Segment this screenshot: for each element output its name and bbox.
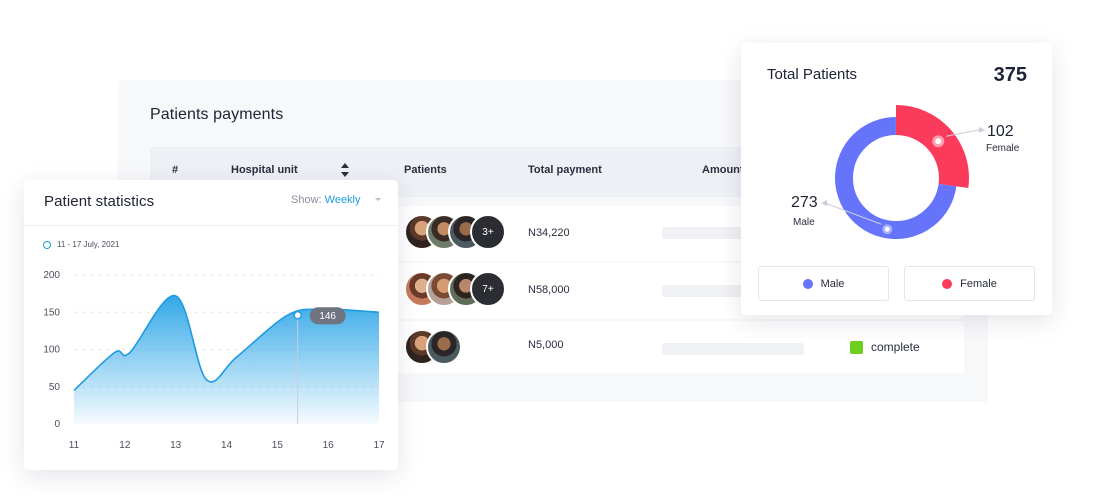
x-tick-label: 13: [170, 440, 182, 451]
x-tick-label: 14: [221, 440, 233, 451]
female-callout-arrow: [979, 127, 985, 133]
y-tick-label: 100: [43, 345, 60, 356]
female-label: Female: [986, 143, 1020, 154]
total-payment-value: N58,000: [528, 284, 570, 296]
y-tick-label: 150: [43, 307, 60, 318]
male-count: 273: [791, 194, 818, 211]
patient-avatars: 3+: [404, 214, 506, 250]
y-tick-label: 0: [54, 419, 60, 430]
y-tick-label: 200: [43, 270, 60, 281]
total-payment-value: N34,220: [528, 227, 570, 239]
legend-male-button[interactable]: Male: [758, 266, 889, 301]
female-slice: [895, 105, 969, 189]
col-patients: Patients: [404, 164, 447, 176]
male-dot-icon: [802, 278, 813, 289]
male-marker: [884, 226, 890, 232]
status-badge: complete: [850, 340, 920, 354]
status-dot: [850, 340, 863, 354]
x-tick-label: 15: [272, 440, 284, 451]
col-index: #: [172, 164, 179, 176]
status-label: complete: [871, 340, 920, 354]
female-marker: [935, 138, 942, 145]
legend-female-label: Female: [960, 277, 997, 290]
amount-bar: [662, 343, 804, 355]
x-tick-label: 11: [69, 440, 80, 451]
col-amount: Amount: [702, 164, 744, 176]
patient-avatars: [404, 329, 462, 365]
female-dot-icon: [942, 278, 953, 289]
x-tick-label: 16: [323, 440, 335, 451]
male-label: Male: [793, 217, 815, 228]
male-callout-arrow: [821, 200, 827, 206]
female-count: 102: [987, 123, 1014, 140]
sort-icon[interactable]: [340, 162, 350, 178]
highlight-point: [293, 311, 302, 320]
avatar: [426, 329, 462, 365]
legend-female-button[interactable]: Female: [904, 266, 1035, 301]
total-patients-card: Total Patients 375 102 Female 273 Male M…: [741, 43, 1052, 315]
payments-title: Patients payments: [150, 106, 284, 123]
more-patients-badge[interactable]: 3+: [470, 214, 506, 250]
col-hospital-unit[interactable]: Hospital unit: [231, 164, 298, 176]
total-payment-value: N5,000: [528, 339, 564, 351]
y-tick-label: 50: [49, 382, 61, 393]
x-tick-label: 12: [119, 440, 131, 451]
x-tick-label: 17: [373, 440, 385, 451]
patient-avatars: 7+: [404, 271, 506, 307]
legend-male-label: Male: [820, 277, 845, 290]
more-patients-badge[interactable]: 7+: [470, 271, 506, 307]
table-row[interactable]: N5,000 complete: [388, 321, 964, 373]
statistics-area-chart: 0 50 100 150 200 11 12 13 14 15 16 17 146: [43, 270, 385, 451]
patient-statistics-card: Patient statistics Show: Weekly 11 - 17 …: [24, 180, 398, 470]
tooltip-value: 146: [319, 311, 336, 322]
col-total-payment: Total payment: [528, 164, 602, 176]
